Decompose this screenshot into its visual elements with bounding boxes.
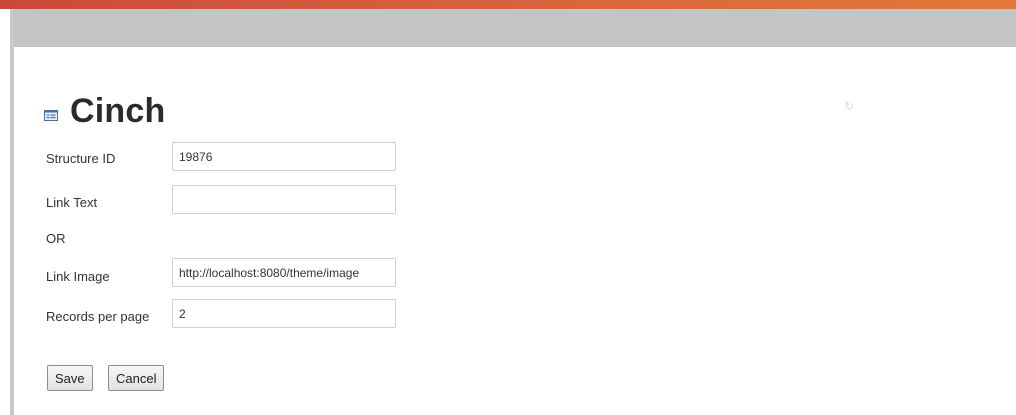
main-content: Cinch ↻ Structure ID Link Text OR Link I… [14, 47, 1016, 415]
link-text-input[interactable] [172, 185, 396, 214]
header-bar [14, 9, 1016, 47]
top-accent-bar [0, 0, 1016, 9]
link-image-label: Link Image [46, 269, 110, 284]
link-text-label: Link Text [46, 195, 98, 210]
loading-spinner-icon: ↻ [844, 99, 855, 113]
or-label: OR [46, 231, 66, 246]
structure-id-input[interactable] [172, 142, 396, 171]
records-per-page-input[interactable] [172, 299, 396, 328]
page-title: Cinch [70, 92, 166, 130]
title-row: Cinch [44, 92, 165, 131]
form-icon [44, 110, 58, 121]
structure-id-label: Structure ID [46, 151, 116, 166]
link-image-input[interactable] [172, 258, 396, 287]
left-rail [0, 9, 14, 415]
save-button[interactable]: Save [47, 365, 93, 391]
cancel-button[interactable]: Cancel [108, 365, 165, 391]
records-per-page-label: Records per page [46, 309, 150, 324]
